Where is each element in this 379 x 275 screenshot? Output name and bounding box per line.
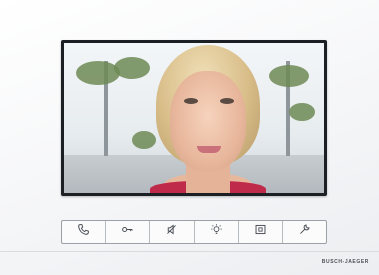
- talk-button[interactable]: [62, 221, 107, 243]
- mute-icon: [165, 223, 178, 241]
- scene-foliage: [132, 131, 156, 149]
- camera-video-feed: [64, 43, 324, 193]
- intercom-panel: BUSCH-JAEGER: [0, 0, 379, 275]
- visitor-mouth: [197, 146, 221, 153]
- scene-foliage: [76, 61, 120, 85]
- screen-icon: [254, 223, 267, 241]
- wrench-icon: [298, 223, 311, 241]
- panel-divider: [0, 251, 379, 252]
- light-button[interactable]: [195, 221, 239, 243]
- light-icon: [210, 223, 223, 241]
- function-button-bar: [61, 220, 327, 244]
- visitor-eye: [220, 98, 234, 104]
- mute-button[interactable]: [150, 221, 195, 243]
- key-icon: [121, 223, 134, 241]
- display-bezel: [61, 40, 327, 196]
- visitor-eye: [184, 98, 198, 104]
- brand-logo: BUSCH-JAEGER: [321, 259, 369, 265]
- visitor-face: [170, 71, 246, 171]
- scene-foliage: [114, 57, 150, 79]
- phone-icon: [77, 223, 90, 241]
- screen-button[interactable]: [239, 221, 283, 243]
- scene-foliage: [289, 103, 315, 121]
- scene-foliage: [269, 65, 309, 87]
- settings-button[interactable]: [283, 221, 326, 243]
- door-open-button[interactable]: [106, 221, 151, 243]
